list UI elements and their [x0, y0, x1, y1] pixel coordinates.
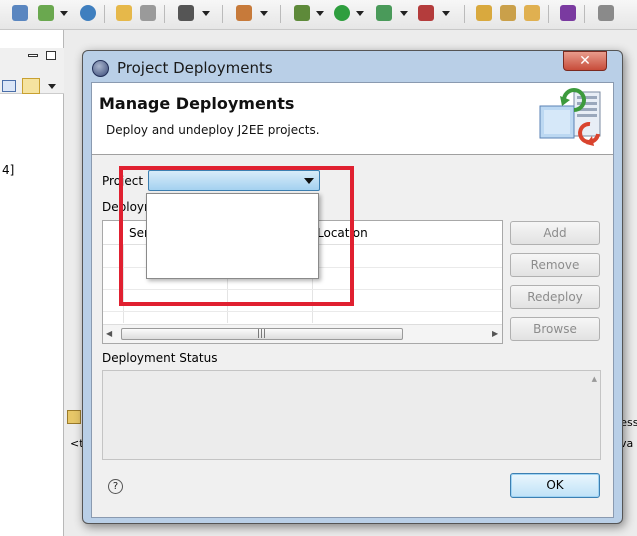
annotation-highlight-box [119, 166, 354, 306]
dialog-title: Project Deployments [117, 59, 273, 77]
dialog-app-icon [92, 60, 109, 77]
chevron-down-icon[interactable] [202, 11, 210, 16]
toolbar-separator [164, 5, 165, 23]
toolbar-separator [548, 5, 549, 23]
chevron-down-icon[interactable] [400, 11, 408, 16]
remove-button[interactable]: Remove [510, 253, 600, 277]
toolbar-external-tools-icon[interactable] [418, 5, 434, 21]
toolbar-globe-icon[interactable] [80, 5, 96, 21]
server-deploy-icon [539, 88, 601, 146]
chevron-down-icon[interactable] [442, 11, 450, 16]
header-description: Deploy and undeploy J2EE projects. [106, 123, 320, 137]
toolbar-separator [464, 5, 465, 23]
maximize-icon[interactable] [46, 51, 56, 60]
left-panel-text: 4] [2, 163, 15, 177]
deployment-status-label: Deployment Status [102, 351, 218, 365]
ide-toolbar [0, 0, 637, 30]
scrollbar-thumb[interactable]: ||| [121, 328, 403, 340]
deployment-status-area[interactable]: ▲ [102, 370, 601, 460]
toolbar-deploy-icon[interactable] [38, 5, 54, 21]
toolbar-server-icon[interactable] [12, 5, 28, 21]
close-icon: ✕ [579, 53, 591, 69]
scroll-left-icon[interactable]: ◀ [106, 329, 112, 338]
toolbar-separator [104, 5, 105, 23]
scroll-up-icon[interactable]: ▲ [592, 375, 597, 383]
header-title: Manage Deployments [99, 94, 295, 113]
toolbar-edit-icon[interactable] [140, 5, 156, 21]
ide-left-panel: 4] [0, 30, 64, 536]
dialog-titlebar[interactable]: Project Deployments ✕ [83, 51, 622, 81]
help-button[interactable]: ? [108, 479, 123, 494]
scrollbar-grip: ||| [257, 329, 267, 339]
chevron-down-icon[interactable] [260, 11, 268, 16]
add-button[interactable]: Add [510, 221, 600, 245]
toolbar-profile-icon[interactable] [376, 5, 392, 21]
toolbar-pen-icon[interactable] [500, 5, 516, 21]
collapse-all-icon[interactable] [2, 80, 16, 92]
close-button[interactable]: ✕ [563, 51, 607, 71]
toolbar-separator [584, 5, 585, 23]
toolbar-camera-icon[interactable] [178, 5, 194, 21]
view-menu-icon[interactable] [48, 84, 56, 89]
redeploy-button[interactable]: Redeploy [510, 285, 600, 309]
browse-button[interactable]: Browse [510, 317, 600, 341]
scroll-right-icon[interactable]: ▶ [492, 329, 498, 338]
toolbar-folder-icon[interactable] [476, 5, 492, 21]
chevron-down-icon[interactable] [356, 11, 364, 16]
toolbar-package-icon[interactable] [560, 5, 576, 21]
toolbar-debug-icon[interactable] [294, 5, 310, 21]
toolbar-open-icon[interactable] [116, 5, 132, 21]
toolbar-task-icon[interactable] [598, 5, 614, 21]
ok-button[interactable]: OK [510, 473, 600, 498]
link-with-editor-icon[interactable] [22, 78, 40, 94]
horizontal-scrollbar[interactable]: ◀ ||| ▶ [103, 324, 502, 343]
minimize-icon[interactable] [28, 54, 38, 57]
ide-left-panel-header [0, 48, 64, 94]
dialog-header: Manage Deployments Deploy and undeploy J… [92, 83, 613, 155]
table-row [103, 311, 502, 312]
toolbar-wizard-icon[interactable] [236, 5, 252, 21]
bottom-tab-icon[interactable] [67, 410, 81, 424]
help-icon: ? [112, 481, 119, 492]
toolbar-run-icon[interactable] [334, 5, 350, 21]
chevron-down-icon[interactable] [316, 11, 324, 16]
toolbar-open-type-icon[interactable] [524, 5, 540, 21]
toolbar-separator [280, 5, 281, 23]
chevron-down-icon[interactable] [60, 11, 68, 16]
toolbar-separator [222, 5, 223, 23]
